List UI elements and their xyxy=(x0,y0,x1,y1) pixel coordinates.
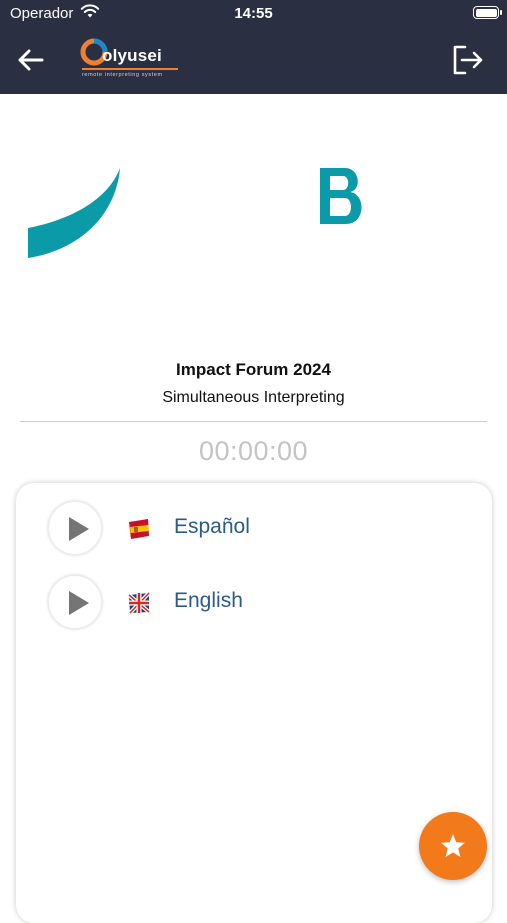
spain-flag-icon xyxy=(129,519,149,539)
logout-icon xyxy=(453,45,483,75)
language-item-english[interactable]: English xyxy=(16,574,492,634)
favorite-button[interactable] xyxy=(419,812,487,880)
language-item-spanish[interactable]: Español xyxy=(16,500,492,560)
status-time: 14:55 xyxy=(234,5,273,22)
battery-icon xyxy=(473,6,502,19)
session-timer: 00:00:00 xyxy=(198,436,309,466)
language-label[interactable]: English xyxy=(174,589,243,613)
play-icon[interactable] xyxy=(48,501,102,555)
event-title: Impact Forum 2024 xyxy=(176,360,331,379)
star-icon xyxy=(441,834,465,857)
divider xyxy=(20,421,487,422)
event-logo xyxy=(0,150,507,280)
back-button[interactable] xyxy=(16,45,46,75)
play-icon[interactable] xyxy=(48,575,102,629)
top-app-bar: Operador 14:55 olyusei remote interpreti… xyxy=(0,0,507,94)
uk-flag-icon xyxy=(127,591,151,615)
status-bar: Operador 14:55 xyxy=(0,0,507,30)
brand-name: olyusei xyxy=(102,46,162,65)
event-subtitle: Simultaneous Interpreting xyxy=(162,389,345,406)
logout-button[interactable] xyxy=(449,42,485,78)
language-label[interactable]: Español xyxy=(174,515,250,539)
brand-tagline: remote interpreting system xyxy=(82,72,163,78)
brand-logo: olyusei remote interpreting system xyxy=(80,36,190,84)
brand-underline xyxy=(82,68,178,70)
arrow-left-icon xyxy=(18,49,44,71)
